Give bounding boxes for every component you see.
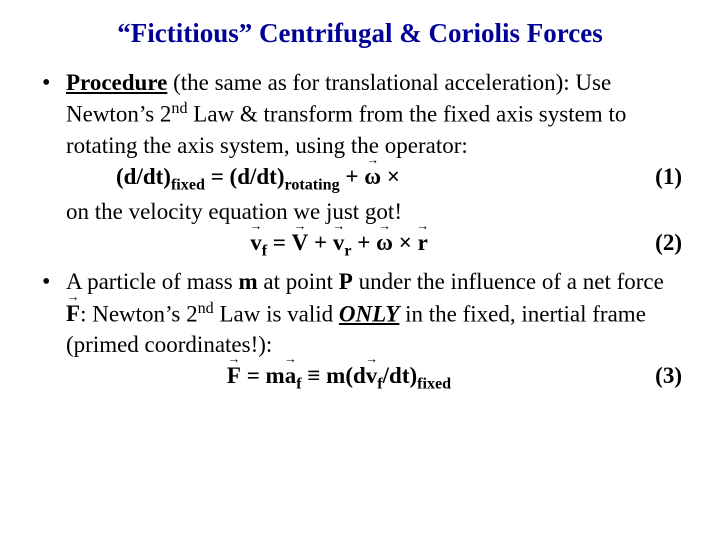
bullet-list: Procedure (the same as for translational…: [38, 67, 682, 396]
text: +: [340, 164, 365, 189]
plus: +: [352, 230, 377, 255]
vector-V: V: [292, 227, 309, 258]
text: (d/dt): [116, 164, 171, 189]
symbol-m: m: [238, 269, 257, 294]
subscript-rotating: rotating: [285, 176, 340, 193]
equation-number-1: (1): [632, 161, 682, 192]
equals: =: [267, 230, 292, 255]
text: under the influence of a net force: [353, 269, 664, 294]
equation-1-body: (d/dt)fixed = (d/dt)rotating + ω ×: [66, 161, 632, 196]
superscript-nd: nd: [198, 300, 214, 317]
subscript-fixed: fixed: [417, 376, 451, 393]
subscript-r: r: [344, 243, 351, 260]
vector-vf: v: [250, 227, 262, 258]
vector-F: F: [227, 360, 241, 391]
vector-r: r: [418, 227, 428, 258]
text: /dt): [383, 363, 418, 388]
equation-2: vf = V + vr + ω × r (2): [66, 227, 682, 262]
page-title: “Fictitious” Centrifugal & Coriolis Forc…: [38, 18, 682, 49]
text: : Newton’s 2: [80, 301, 198, 326]
vector-v: v: [366, 360, 378, 391]
superscript-nd: nd: [171, 100, 187, 117]
vector-vr: v: [333, 227, 345, 258]
emphasis-only: ONLY: [339, 301, 399, 326]
text: A particle of mass: [66, 269, 238, 294]
equation-number-2: (2): [632, 227, 682, 258]
bullet-procedure: Procedure (the same as for translational…: [38, 67, 682, 262]
text: = m: [241, 363, 285, 388]
cross-symbol: ×: [393, 230, 418, 255]
bullet-particle: A particle of mass m at point P under th…: [38, 266, 682, 395]
cross-symbol: ×: [381, 164, 400, 189]
symbol-P: P: [339, 269, 353, 294]
text: = (d/dt): [205, 164, 285, 189]
text: at point: [258, 269, 339, 294]
vector-omega: ω: [364, 161, 381, 192]
vector-omega: ω: [376, 227, 393, 258]
equation-3: F = maf ≡ m(dvf/dt)fixed (3): [66, 360, 682, 395]
subscript-fixed: fixed: [171, 176, 205, 193]
text: Law is valid: [214, 301, 339, 326]
equation-3-body: F = maf ≡ m(dvf/dt)fixed: [66, 360, 632, 395]
slide: “Fictitious” Centrifugal & Coriolis Forc…: [0, 0, 720, 396]
plus: +: [308, 230, 333, 255]
equation-1: (d/dt)fixed = (d/dt)rotating + ω × (1): [66, 161, 682, 196]
equation-2-body: vf = V + vr + ω × r: [66, 227, 632, 262]
procedure-label: Procedure: [66, 70, 167, 95]
equation-number-3: (3): [632, 360, 682, 391]
vector-F: F: [66, 298, 80, 329]
text-line: on the velocity equation we just got!: [66, 196, 682, 227]
vector-a: a: [285, 360, 297, 391]
identity-symbol: ≡ m(d: [302, 363, 366, 388]
